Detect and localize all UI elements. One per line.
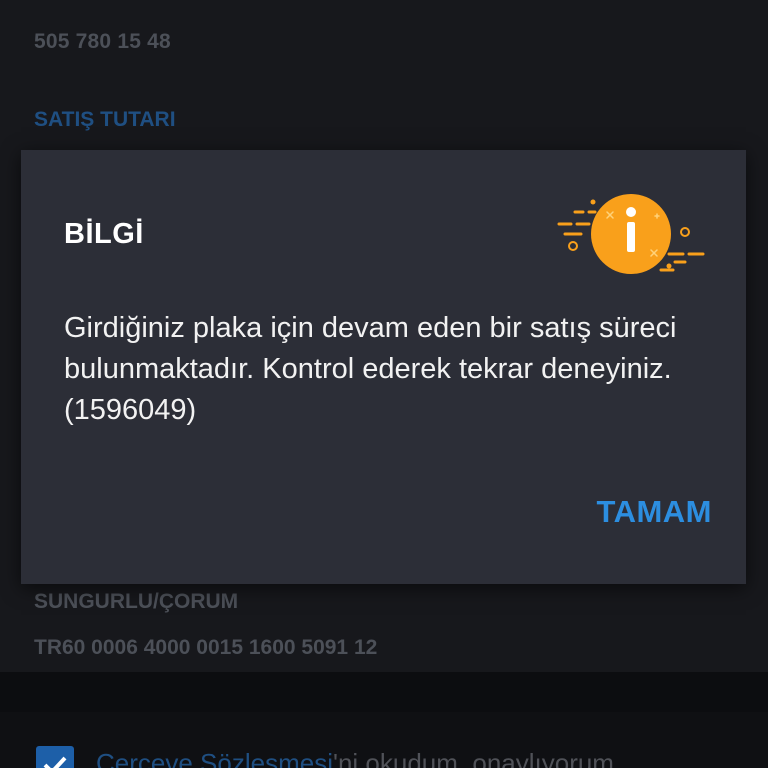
dialog-title: BİLGİ xyxy=(64,218,144,250)
ok-button[interactable]: TAMAM xyxy=(596,490,712,534)
info-icon xyxy=(551,190,711,280)
screen: 505 780 15 48 SATIŞ TUTARI SUNGURLU/ÇORU… xyxy=(0,0,768,768)
info-dialog: BİLGİ Girdiğiniz plaka için devam eden b… xyxy=(21,150,746,584)
dialog-message: Girdiğiniz plaka için devam eden bir sat… xyxy=(64,312,677,426)
